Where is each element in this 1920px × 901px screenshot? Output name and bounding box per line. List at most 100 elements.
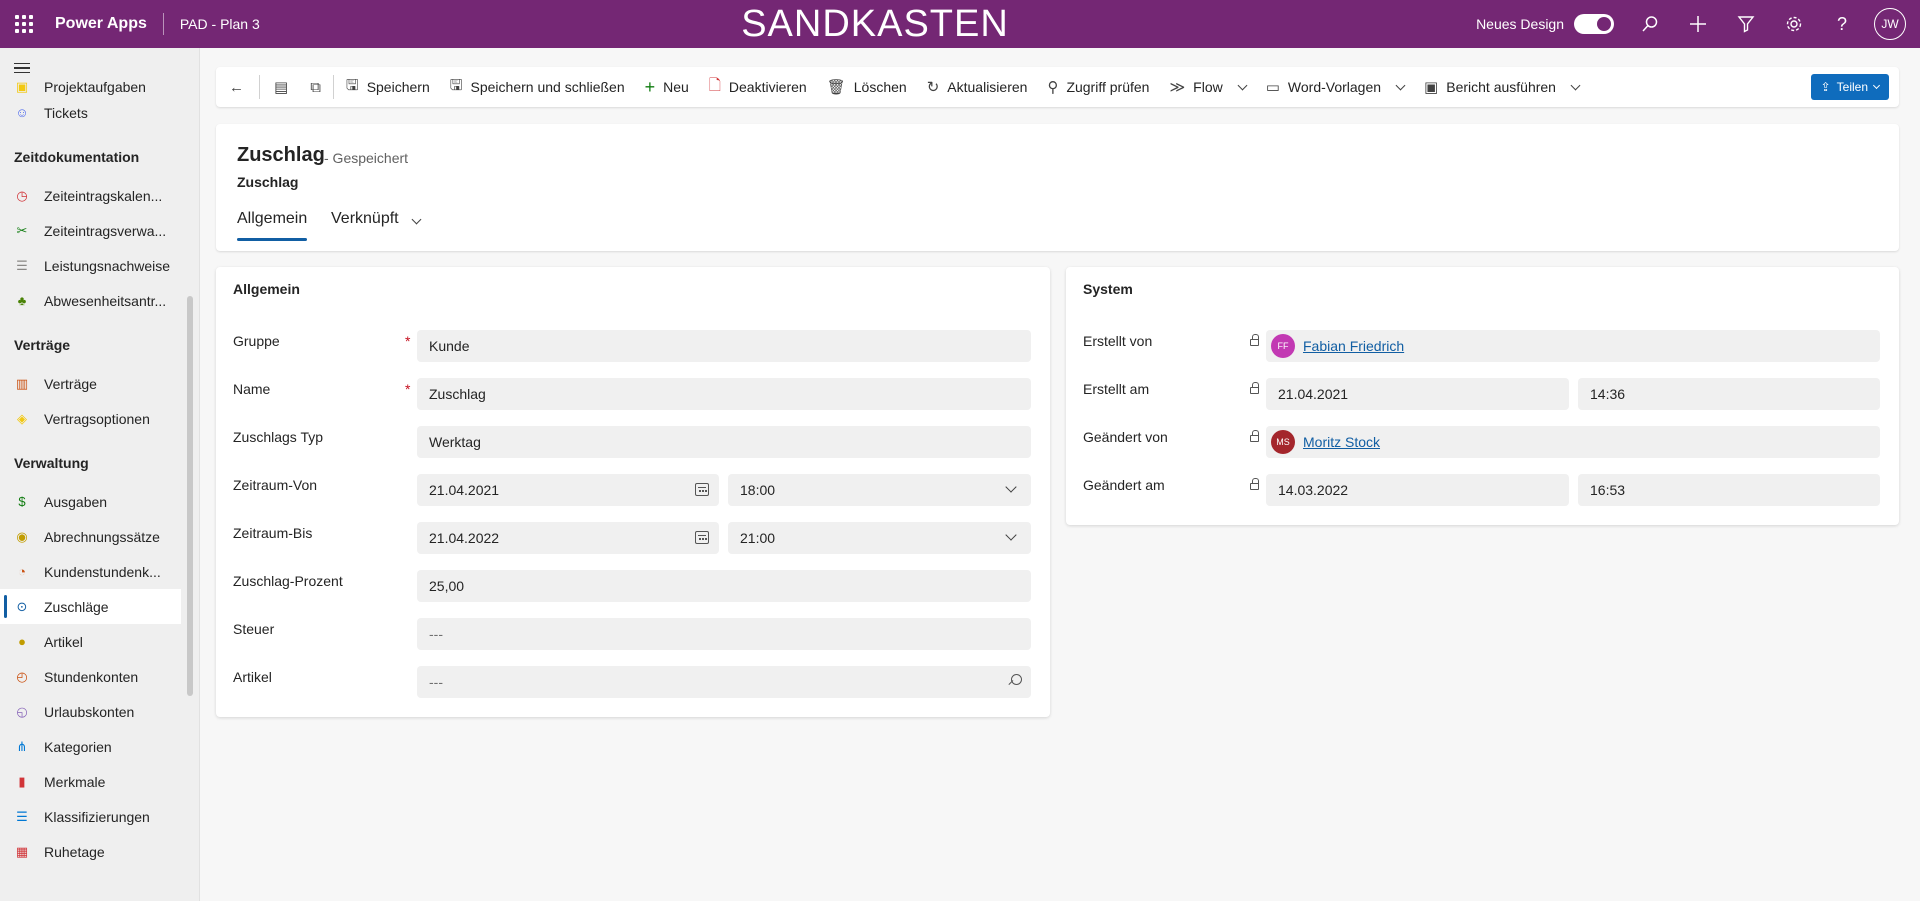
open-new-window-button[interactable]: ⧉ [300,67,331,107]
sidebar-item-label: Artikel [44,633,83,650]
sidebar-item-leistungsnachweise[interactable]: ☰ Leistungsnachweise [0,248,199,283]
trash-icon: 🗑 [826,79,846,96]
sidebar-item-kundenstundenkonten[interactable]: ◔ Kundenstundenk... [0,554,199,589]
sidebar-item-klassifizierungen[interactable]: ☰ Klassifizierungen [0,799,199,834]
steuer-field[interactable]: --- [417,618,1031,650]
zuschlags-typ-field[interactable]: Werktag [417,426,1031,458]
plus-icon[interactable] [1674,0,1722,48]
refresh-label: Aktualisieren [947,79,1028,95]
tools-icon: ✂ [16,222,28,238]
erstellt-am-date-field[interactable]: 21.04.2021 [1266,378,1569,410]
chevron-down-icon [1237,80,1248,90]
avatar: FF [1271,334,1295,358]
document-icon: ▤ [274,79,289,96]
task-icon: ▣ [15,79,29,94]
plus-icon: + [644,76,656,97]
sidebar-section-verwaltung: Verwaltung [14,455,89,471]
zeitraum-bis-date-field[interactable]: 21.04.2022 [417,522,719,554]
search-icon[interactable] [1626,0,1674,48]
calendar-icon[interactable] [695,483,709,496]
sidebar-item-ruhetage[interactable]: ▦ Ruhetage [0,834,199,869]
sidebar-item-projektaufgaben[interactable]: ▣ Projektaufgaben [0,71,199,95]
label-icon: ▮ [18,773,26,789]
sidebar-item-zuschlaege[interactable]: ⊙ Zuschläge [0,589,181,624]
refresh-icon: ↻ [926,79,940,96]
user-link[interactable]: Moritz Stock [1303,434,1380,450]
sidebar-item-urlaubskonten[interactable]: ◵ Urlaubskonten [0,694,199,729]
sidebar-item-ausgaben[interactable]: $ Ausgaben [0,484,199,519]
sidebar-item-label: Abwesenheitsantr... [44,292,167,309]
environment-name[interactable]: PAD - Plan 3 [180,16,260,32]
filter-icon[interactable] [1722,0,1770,48]
time-value: 18:00 [740,482,776,498]
zuschlag-prozent-field[interactable]: 25,00 [417,570,1031,602]
lookup-value: --- [429,674,443,690]
geaendert-von-field[interactable]: MS Moritz Stock [1266,426,1880,458]
sidebar-section-zeitdokumentation: Zeitdokumentation [14,149,140,165]
sidebar-item-label: Urlaubskonten [44,703,135,720]
delete-button[interactable]: 🗑 Löschen [817,67,917,107]
sitemap-sidebar: ▣ Projektaufgaben ☺ Tickets Zeitdokument… [0,48,200,901]
field-label-gruppe: Gruppe [233,333,280,349]
app-launcher-button[interactable] [0,0,48,48]
sidebar-scrollbar[interactable] [187,296,193,696]
back-button[interactable]: ← [216,67,257,107]
gear-icon[interactable] [1770,0,1818,48]
new-design-toggle[interactable] [1574,14,1614,34]
run-report-button[interactable]: ▣ Bericht ausführen [1414,67,1589,107]
section-allgemein: Allgemein Gruppe * Kunde Name * Zuschlag… [216,267,1050,717]
app-name[interactable]: Power Apps [55,15,147,33]
help-icon[interactable]: ? [1818,0,1866,48]
chevron-down-icon [1872,81,1881,90]
deactivate-button[interactable]: 🗋 Deaktivieren [699,67,817,107]
divider [259,75,260,99]
sidebar-item-abwesenheitsantraege[interactable]: ♣ Abwesenheitsantr... [0,283,199,318]
sidebar-item-stundenkonten[interactable]: ◴ Stundenkonten [0,659,199,694]
geaendert-am-time-field[interactable]: 16:53 [1578,474,1880,506]
sidebar-item-zeiteintragskalender[interactable]: ◷ Zeiteintragskalen... [0,178,199,213]
entity-name: Zuschlag [237,174,299,190]
sidebar-item-vertragsoptionen[interactable]: ◈ Vertragsoptionen [0,401,199,436]
save-button[interactable]: 🖫 Speichern [336,67,440,107]
zeitraum-von-time-field[interactable]: 18:00 [728,474,1031,506]
tab-allgemein[interactable]: Allgemein [237,210,308,241]
erstellt-am-time-field[interactable]: 14:36 [1578,378,1880,410]
check-access-label: Zugriff prüfen [1066,79,1150,95]
sidebar-item-merkmale[interactable]: ▮ Merkmale [0,764,199,799]
field-label-erstellt-von: Erstellt von [1083,333,1153,349]
sidebar-item-kategorien[interactable]: ⋔ Kategorien [0,729,199,764]
record-set-button[interactable]: ▤ [262,67,300,107]
refresh-button[interactable]: ↻ Aktualisieren [917,67,1038,107]
zeitraum-von-date-field[interactable]: 21.04.2021 [417,474,719,506]
tab-verknuepft[interactable]: Verknüpft [331,210,422,228]
name-field[interactable]: Zuschlag [417,378,1031,410]
field-label-zeitraum-bis: Zeitraum-Bis [233,525,313,541]
check-access-button[interactable]: ⚲ Zugriff prüfen [1037,67,1159,107]
artikel-lookup-field[interactable]: --- [417,666,1031,698]
gruppe-field[interactable]: Kunde [417,330,1031,362]
record-title: Zuschlag [237,144,325,166]
geaendert-am-date-field[interactable]: 14.03.2022 [1266,474,1569,506]
share-label: Teilen [1836,80,1868,94]
calendar-icon[interactable] [695,531,709,544]
sidebar-item-zeiteintragsverwaltung[interactable]: ✂ Zeiteintragsverwa... [0,213,199,248]
sidebar-item-vertraege[interactable]: ▥ Verträge [0,366,199,401]
sidebar-item-tickets[interactable]: ☺ Tickets [0,95,199,130]
required-indicator: * [405,333,411,349]
search-icon[interactable] [1007,674,1022,688]
erstellt-von-field[interactable]: FF Fabian Friedrich [1266,330,1880,362]
save-and-close-button[interactable]: 🖫 Speichern und schließen [440,67,635,107]
new-label: Neu [663,79,689,95]
sidebar-item-artikel[interactable]: ● Artikel [0,624,199,659]
user-avatar[interactable]: JW [1874,8,1906,40]
user-link[interactable]: Fabian Friedrich [1303,338,1404,354]
new-button[interactable]: + Neu [635,67,699,107]
share-button[interactable]: ⇪ Teilen [1810,74,1889,100]
zeitraum-bis-time-field[interactable]: 21:00 [728,522,1031,554]
deactivate-icon: 🗋 [708,76,721,94]
sidebar-item-abrechnungssaetze[interactable]: ◉ Abrechnungssätze [0,519,199,554]
top-bar: Power Apps PAD - Plan 3 SANDKASTEN Neues… [0,0,1920,48]
flow-button[interactable]: ≫ Flow [1159,67,1255,107]
sidebar-item-label: Merkmale [44,773,106,790]
word-templates-button[interactable]: ▭ Word-Vorlagen [1256,67,1414,107]
